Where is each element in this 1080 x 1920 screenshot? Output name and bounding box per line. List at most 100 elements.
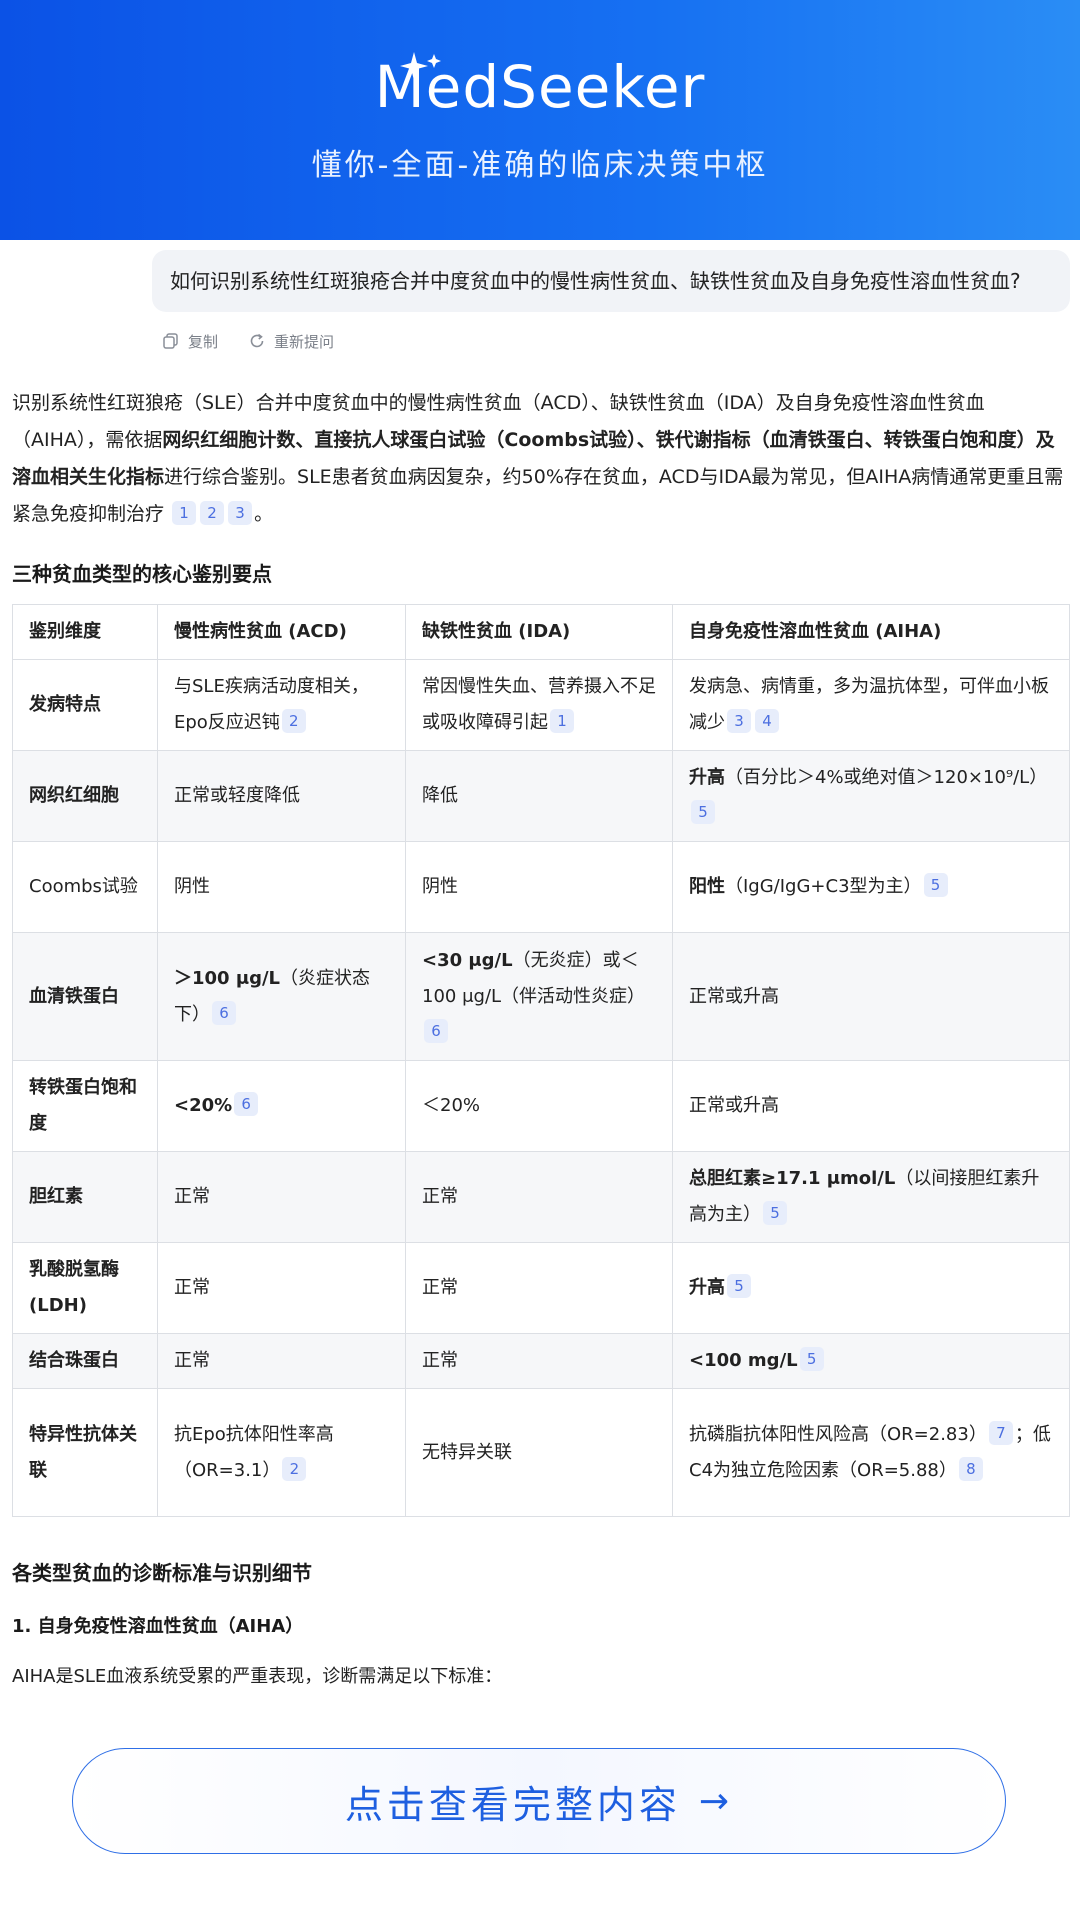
citation-badge[interactable]: 6 [424, 1018, 448, 1043]
cell-acd: 正常 [157, 1242, 406, 1334]
table-row: 发病特点 与SLE疾病活动度相关，Epo反应迟钝 2 常因慢性失血、营养摄入不足或… [12, 659, 1070, 751]
cell-acd: 阴性 [157, 841, 406, 933]
cell-bold: 总胆红素≥17.1 μmol/L [689, 1168, 896, 1189]
cell-aiha: 总胆红素≥17.1 μmol/L（以间接胆红素升高为主） 5 [672, 1151, 1070, 1243]
citation-badge[interactable]: 3 [727, 709, 751, 733]
row-dimension: 网织红细胞 [12, 750, 158, 842]
cell-bold: 阳性 [689, 876, 725, 897]
table-row: 网织红细胞 正常或轻度降低 降低 升高（百分比＞4%或绝对值＞120×10⁹/L… [12, 750, 1070, 842]
row-dimension: Coombs试验 [12, 841, 158, 933]
cell-aiha: 正常或升高 [672, 1060, 1070, 1152]
cell-text: 与SLE疾病活动度相关，Epo反应迟钝 [174, 676, 369, 733]
citation-badge[interactable]: 5 [763, 1201, 787, 1225]
sparkle-icon [400, 52, 441, 80]
table-row: 特异性抗体关联 抗Epo抗体阳性率高（OR=3.1） 2 无特异关联 抗磷脂抗体阳… [12, 1388, 1070, 1517]
cell-text: 抗Epo抗体阳性率高（OR=3.1） [174, 1423, 334, 1481]
cell-aiha: 抗磷脂抗体阳性风险高（OR=2.83） 7 ；低C4为独立危险因素（OR=5.88）… [672, 1388, 1070, 1517]
cell-acd: 正常 [157, 1333, 406, 1389]
row-dimension: 胆红素 [12, 1151, 158, 1243]
citation-badge[interactable]: 1 [550, 709, 574, 733]
table-header: 鉴别维度 [12, 604, 158, 660]
cell-bold: 升高 [689, 767, 725, 788]
question-actions: 复制 重新提问 [162, 328, 334, 354]
subsection-title: 1. 自身免疫性溶血性贫血（AIHA） [12, 1616, 304, 1637]
header-banner: MedSeeker 懂你-全面-准确的临床决策中枢 [0, 0, 1080, 240]
cell-aiha: 升高 5 [672, 1242, 1070, 1334]
cell-ida: ＜20% [405, 1060, 673, 1152]
row-dimension: 结合珠蛋白 [12, 1333, 158, 1389]
citation-badge[interactable]: 1 [172, 501, 197, 525]
citation-badge[interactable]: 2 [200, 501, 225, 525]
logo-text: MedSeeker [374, 53, 706, 121]
copy-button[interactable]: 复制 [162, 328, 218, 354]
citation-badge[interactable]: 6 [234, 1092, 259, 1116]
cta-label: 点击查看完整内容 [344, 1782, 681, 1827]
cell-bold: <30 μg/L [422, 949, 513, 971]
intro-end: 。 [254, 503, 274, 525]
cell-ida: 正常 [405, 1151, 673, 1243]
view-full-content-button[interactable]: 点击查看完整内容 → [72, 1748, 1006, 1854]
copy-icon [163, 333, 178, 349]
table-row: 乳酸脱氢酶(LDH) 正常 正常 升高 5 [12, 1242, 1070, 1334]
citation-badge[interactable]: 7 [988, 1420, 1013, 1445]
paragraph: AIHA是SLE血液系统受累的严重表现，诊断需满足以下标准： [12, 1666, 503, 1687]
cell-ida: 常因慢性失血、营养摄入不足或吸收障碍引起 1 [405, 659, 673, 751]
table-header: 自身免疫性溶血性贫血 (AIHA) [672, 604, 1070, 660]
citation-badge[interactable]: 5 [923, 873, 948, 897]
cell-ida: 无特异关联 [405, 1388, 673, 1517]
cell-aiha: <100 mg/L 5 [672, 1333, 1070, 1389]
cell-acd: ＞100 μg/L（炎症状态下） 6 [157, 932, 406, 1061]
table-header-row: 鉴别维度 慢性病性贫血 (ACD) 缺铁性贫血 (IDA) 自身免疫性溶血性贫血… [12, 604, 1070, 660]
cell-bold: <20% [174, 1095, 233, 1116]
cell-acd: 正常 [157, 1151, 406, 1243]
retry-label: 重新提问 [274, 332, 335, 351]
row-dimension: 发病特点 [12, 659, 158, 751]
question-bubble: 如何识别系统性红斑狼疮合并中度贫血中的慢性病性贫血、缺铁性贫血及自身免疫性溶血性… [152, 250, 1070, 312]
citation-badge[interactable]: 3 [228, 501, 253, 525]
cell-acd: 与SLE疾病活动度相关，Epo反应迟钝 2 [157, 659, 406, 751]
citation-badge[interactable]: 5 [727, 1274, 751, 1298]
table-row: 转铁蛋白饱和度 <20% 6 ＜20% 正常或升高 [12, 1060, 1070, 1152]
table-row: 结合珠蛋白 正常 正常 <100 mg/L 5 [12, 1333, 1070, 1389]
cell-bold: <100 mg/L [689, 1350, 798, 1371]
tagline: 懂你-全面-准确的临床决策中枢 [311, 148, 769, 183]
table-header: 慢性病性贫血 (ACD) [157, 604, 406, 660]
cell-text: 抗磷脂抗体阳性风险高（OR=2.83） [689, 1423, 987, 1445]
cell-ida: 阴性 [405, 841, 673, 933]
cell-aiha: 发病急、病情重，多为温抗体型，可伴血小板减少 3 4 [672, 659, 1070, 751]
cell-acd: <20% 6 [157, 1060, 406, 1152]
cell-ida: 正常 [405, 1333, 673, 1389]
cell-text: （百分比＞4%或绝对值＞120×10⁹/L） [725, 767, 1048, 788]
retry-button[interactable]: 重新提问 [248, 328, 334, 354]
citation-badge[interactable]: 5 [691, 800, 715, 824]
table-row: 胆红素 正常 正常 总胆红素≥17.1 μmol/L（以间接胆红素升高为主） 5 [12, 1151, 1070, 1243]
cell-ida: <30 μg/L（无炎症）或＜100 μg/L（伴活动性炎症）6 [405, 932, 673, 1061]
cell-bold: 升高 [689, 1277, 725, 1298]
comparison-table: 鉴别维度 慢性病性贫血 (ACD) 缺铁性贫血 (IDA) 自身免疫性溶血性贫血… [12, 604, 1070, 1517]
cell-acd: 抗Epo抗体阳性率高（OR=3.1） 2 [157, 1388, 406, 1517]
cell-aiha: 阳性（IgG/IgG+C3型为主） 5 [672, 841, 1070, 933]
section-title: 三种贫血类型的核心鉴别要点 [12, 562, 272, 586]
answer-intro: 识别系统性红斑狼疮（SLE）合并中度贫血中的慢性病性贫血（ACD）、缺铁性贫血（… [12, 385, 1070, 533]
cell-ida: 降低 [405, 750, 673, 842]
row-dimension: 特异性抗体关联 [12, 1388, 158, 1517]
citation-badge[interactable]: 2 [282, 1456, 307, 1481]
cell-bold: ＞100 μg/L [174, 967, 281, 989]
cell-text: 常因慢性失血、营养摄入不足或吸收障碍引起 [422, 676, 656, 733]
table-row: Coombs试验 阴性 阴性 阳性（IgG/IgG+C3型为主） 5 [12, 841, 1070, 933]
citation-badge[interactable]: 5 [799, 1347, 824, 1371]
cell-acd: 正常或轻度降低 [157, 750, 406, 842]
cell-text: （IgG/IgG+C3型为主） [725, 876, 922, 897]
citation-badge[interactable]: 8 [958, 1456, 983, 1481]
refresh-icon [250, 333, 264, 348]
row-dimension: 转铁蛋白饱和度 [12, 1060, 158, 1152]
citation-badge[interactable]: 2 [281, 709, 306, 733]
citation-badge[interactable]: 6 [212, 1000, 236, 1025]
intro-text-2: 进行综合鉴别。SLE患者贫血病因复杂，约50%存在贫血，ACD与IDA最为常见，… [12, 466, 1064, 525]
cell-aiha: 正常或升高 [672, 932, 1070, 1061]
citation-badge[interactable]: 4 [755, 709, 779, 733]
copy-label: 复制 [188, 332, 219, 351]
arrow-right-icon: → [698, 1780, 734, 1822]
cell-ida: 正常 [405, 1242, 673, 1334]
table-row: 血清铁蛋白 ＞100 μg/L（炎症状态下） 6 <30 μg/L（无炎症）或＜1… [12, 932, 1070, 1061]
